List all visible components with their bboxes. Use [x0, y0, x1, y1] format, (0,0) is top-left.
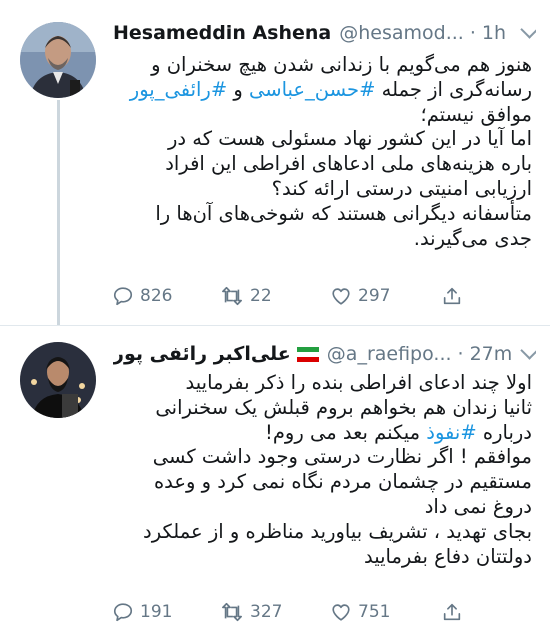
tweet-header: Hesameddin Ashena @hesamod... · 1h	[113, 16, 536, 50]
like-count: 751	[358, 602, 391, 622]
text-segment: درباره	[476, 420, 532, 444]
reply-button[interactable]: 191	[112, 598, 172, 626]
chevron-down-icon[interactable]	[520, 340, 536, 360]
text-segment: رسانه‌گری از جمله	[375, 77, 532, 101]
retweet-button[interactable]: 327	[220, 598, 282, 626]
tweet-line: دولتتان دفاع بفرمایید	[112, 545, 532, 570]
tweet-text: اولا چند ادعای افراطی بنده را ذکر بفرمای…	[112, 371, 532, 569]
retweet-icon	[222, 286, 242, 306]
tweet-actions: 826 22 297	[112, 282, 472, 310]
iran-flag-icon	[296, 346, 319, 362]
tweet-line: ثانیا زندان هم بخواهم بروم قبلش یک سخنرا…	[112, 396, 532, 421]
share-button[interactable]	[441, 598, 469, 626]
timestamp[interactable]: 27m	[470, 343, 513, 365]
text-segment: بجای تهدید ، تشریف بیاورید مناظره و از ع…	[143, 519, 532, 543]
tweet-line: اولا چند ادعای افراطی بنده را ذکر بفرمای…	[112, 371, 532, 396]
avatar[interactable]	[20, 342, 96, 418]
hashtag-link[interactable]: #حسن_عباسی	[249, 78, 375, 101]
tweet-line: درباره #نفوذ میکنم بعد می روم!	[112, 421, 532, 446]
like-button[interactable]: 297	[330, 282, 390, 310]
reply-icon	[113, 287, 133, 306]
retweet-count: 22	[250, 286, 272, 306]
text-segment: مستقیم در چشمان مردم نگاه نمی کرد و وعده	[153, 470, 532, 494]
tweet-line: موافقم ! اگر نظارت درستی وجود داشت کسی	[112, 445, 532, 470]
text-segment: اما آیا در این کشور نهاد مسئولی هست که د…	[167, 127, 532, 151]
username[interactable]: @a_raefipo...	[327, 343, 452, 365]
tweet-line: باره هزینه‌های ملی ادعاهای افراطی این اف…	[112, 152, 532, 177]
text-segment: متأسفانه دیگرانی هستند که شوخی‌های آن‌ها…	[155, 201, 532, 225]
share-button[interactable]	[441, 282, 469, 310]
tweet-line: موافق نیستم؛	[112, 102, 533, 128]
reply-icon	[113, 603, 133, 622]
tweet-line: متأسفانه دیگرانی هستند که شوخی‌های آن‌ها…	[112, 202, 532, 227]
text-segment: باره هزینه‌های ملی ادعاهای افراطی این اف…	[165, 152, 532, 176]
retweet-button[interactable]: 22	[220, 282, 272, 310]
text-segment: موافق نیستم؛	[420, 102, 533, 126]
share-icon	[443, 287, 461, 305]
hashtag-link[interactable]: #رائفی_پور	[130, 78, 227, 101]
text-segment: ارزیابی امنیتی درستی ارائه کند؟	[271, 176, 532, 200]
like-icon	[332, 288, 350, 305]
tweet-line: مستقیم در چشمان مردم نگاه نمی کرد و وعده	[112, 470, 532, 495]
separator: ·	[469, 22, 476, 44]
text-segment: دروغ نمی داد	[424, 494, 532, 518]
chevron-down-icon[interactable]	[520, 19, 536, 39]
tweet-line: رسانه‌گری از جمله #حسن_عباسی و #رائفی_پو…	[112, 78, 532, 103]
tweet-line: بجای تهدید ، تشریف بیاورید مناظره و از ع…	[112, 520, 532, 545]
separator: ·	[457, 343, 464, 365]
text-segment: میکنم بعد می روم!	[265, 420, 427, 444]
reply-count: 826	[140, 286, 173, 306]
retweet-count: 327	[250, 602, 283, 622]
text-segment: هنوز هم می‌گویم با زندانی شدن هیچ سخنران…	[151, 53, 532, 76]
text-segment: ثانیا زندان هم بخواهم بروم قبلش یک سخنرا…	[155, 395, 532, 419]
tweet-line: اما آیا در این کشور نهاد مسئولی هست که د…	[112, 127, 532, 152]
share-icon	[443, 603, 461, 621]
timestamp[interactable]: 1h	[482, 22, 506, 44]
tweet-actions: 191 327 751	[112, 598, 472, 626]
tweet-text: هنوز هم می‌گویم با زندانی شدن هیچ سخنران…	[112, 53, 532, 251]
like-icon	[332, 604, 350, 621]
display-name[interactable]: Hesameddin Ashena	[113, 22, 331, 44]
tweet-header: علی‌اکبر رائفی پور @a_raefipo... · 27m	[113, 337, 536, 371]
tweet-line: هنوز هم می‌گویم با زندانی شدن هیچ سخنران…	[112, 53, 532, 78]
display-name[interactable]: علی‌اکبر رائفی پور	[113, 343, 291, 365]
tweet-line: ارزیابی امنیتی درستی ارائه کند؟	[112, 177, 532, 202]
thread-line	[57, 100, 60, 326]
tweet-line: دروغ نمی داد	[112, 495, 532, 520]
retweet-icon	[222, 602, 242, 622]
text-segment: موافقم ! اگر نظارت درستی وجود داشت کسی	[152, 445, 532, 469]
text-segment: دولتتان دفاع بفرمایید	[363, 544, 532, 568]
avatar[interactable]	[20, 22, 96, 98]
reply-count: 191	[140, 602, 173, 622]
like-button[interactable]: 751	[330, 598, 390, 626]
username[interactable]: @hesamod...	[339, 22, 464, 44]
text-segment: جدی می‌گیرند.	[413, 226, 532, 250]
tweet-ashena[interactable]: Hesameddin Ashena @hesamod... · 1h هنوز …	[0, 0, 550, 326]
text-segment: اولا چند ادعای افراطی بنده را ذکر بفرمای…	[185, 371, 532, 394]
reply-button[interactable]: 826	[112, 282, 172, 310]
text-segment: و	[227, 77, 249, 101]
hashtag-link[interactable]: #نفوذ	[426, 421, 476, 444]
like-count: 297	[358, 286, 391, 306]
tweet-raefipour[interactable]: علی‌اکبر رائفی پور @a_raefipo... · 27m ا…	[0, 326, 550, 643]
tweet-line: جدی می‌گیرند.	[112, 227, 532, 252]
